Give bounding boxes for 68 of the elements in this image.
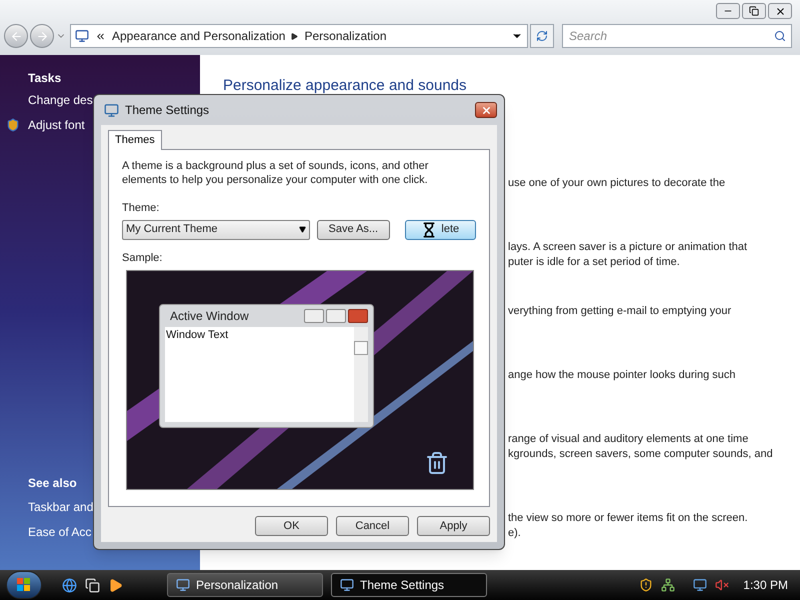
dialog-button[interactable]: Apply [417,516,490,536]
close-icon [348,309,368,323]
refresh-icon [536,30,548,42]
sample-window-title: Active Window [169,308,250,325]
description-text: ange how the mouse pointer looks during such [508,368,736,383]
description-text: use one of your own pictures to decorate the [508,176,726,191]
display-icon[interactable] [693,578,708,592]
dialog-button[interactable]: Save As... [317,220,390,240]
windows-logo-icon [17,578,31,592]
close-button[interactable] [768,3,792,19]
shield-icon [6,118,20,132]
sidebar-link[interactable]: Change des [28,90,93,108]
separator-arrow-icon [291,32,298,40]
switch-windows-icon[interactable] [85,578,100,592]
media-player-icon[interactable] [108,578,123,592]
tab[interactable]: Themes [108,130,162,150]
close-button[interactable] [475,102,497,118]
control-panel-icon [75,29,89,43]
dialog-button[interactable]: OK [255,516,328,536]
theme-dropdown[interactable]: My Current Theme [122,220,310,240]
breadcrumb[interactable]: Appearance and Personalization [112,27,286,45]
description-text: e). [508,526,522,541]
description-text: lays. A screen saver is a picture or animation that [508,240,748,255]
minimize-icon [304,309,324,323]
sidebar-heading: Tasks [28,70,62,87]
description-text: puter is idle for a set period of time. [508,255,681,270]
volume-muted-icon[interactable] [715,578,730,592]
forward-button[interactable] [30,24,54,48]
restore-icon [749,6,759,16]
refresh-button[interactable] [530,24,554,48]
close-icon [774,6,786,16]
dropdown-arrow-icon [299,226,306,233]
network-icon[interactable] [661,578,676,592]
description-text: verything from getting e-mail to emptying your [508,304,732,319]
description-text: A theme is a background plus a set of sounds, icons, and other elements to help you personalize your computer with one click. [122,159,430,187]
breadcrumb[interactable]: Personalization [304,27,387,45]
page-heading: Personalize appearance and sounds [223,76,468,95]
description-text: kgrounds, screen savers, some computer sounds, and [508,447,774,462]
dialog-button[interactable]: Cancel [336,516,409,536]
field-label: Theme: [122,201,160,216]
monitor-icon [340,578,354,592]
field-label: Sample: [122,250,164,266]
window-text: Window Text [165,328,230,343]
theme-icon [104,102,119,118]
dialog-title: Theme Settings [125,102,210,119]
back-button[interactable] [4,24,28,48]
close-icon [480,104,492,116]
clock[interactable]: 1:30 PM [743,576,788,594]
recycle-bin-icon [425,451,449,475]
dialog-button[interactable]: lete [404,220,476,240]
sidebar-heading: See also [28,475,78,492]
sidebar-link[interactable]: Adjust font [28,116,85,134]
taskbar-button[interactable]: Theme Settings [331,573,487,597]
description-text: the view so more or fewer items fit on the screen. [508,511,749,526]
arrow-left-icon [10,30,22,42]
monitor-icon [176,578,190,592]
description-text: range of visual and auditory elements at one time [508,432,750,447]
taskbar-button[interactable]: Personalization [167,573,323,597]
start-button[interactable] [6,571,42,599]
security-alert-icon[interactable] [639,578,654,592]
search-field[interactable]: Search [562,24,792,48]
chevrons-left-icon [95,30,106,42]
browser-icon[interactable] [62,578,77,592]
address-bar[interactable]: Appearance and Personalization Personalization [70,24,528,48]
restore-button[interactable] [742,3,766,19]
search-icon[interactable] [774,30,786,42]
maximize-icon [326,309,346,323]
arrow-right-icon [36,30,48,42]
